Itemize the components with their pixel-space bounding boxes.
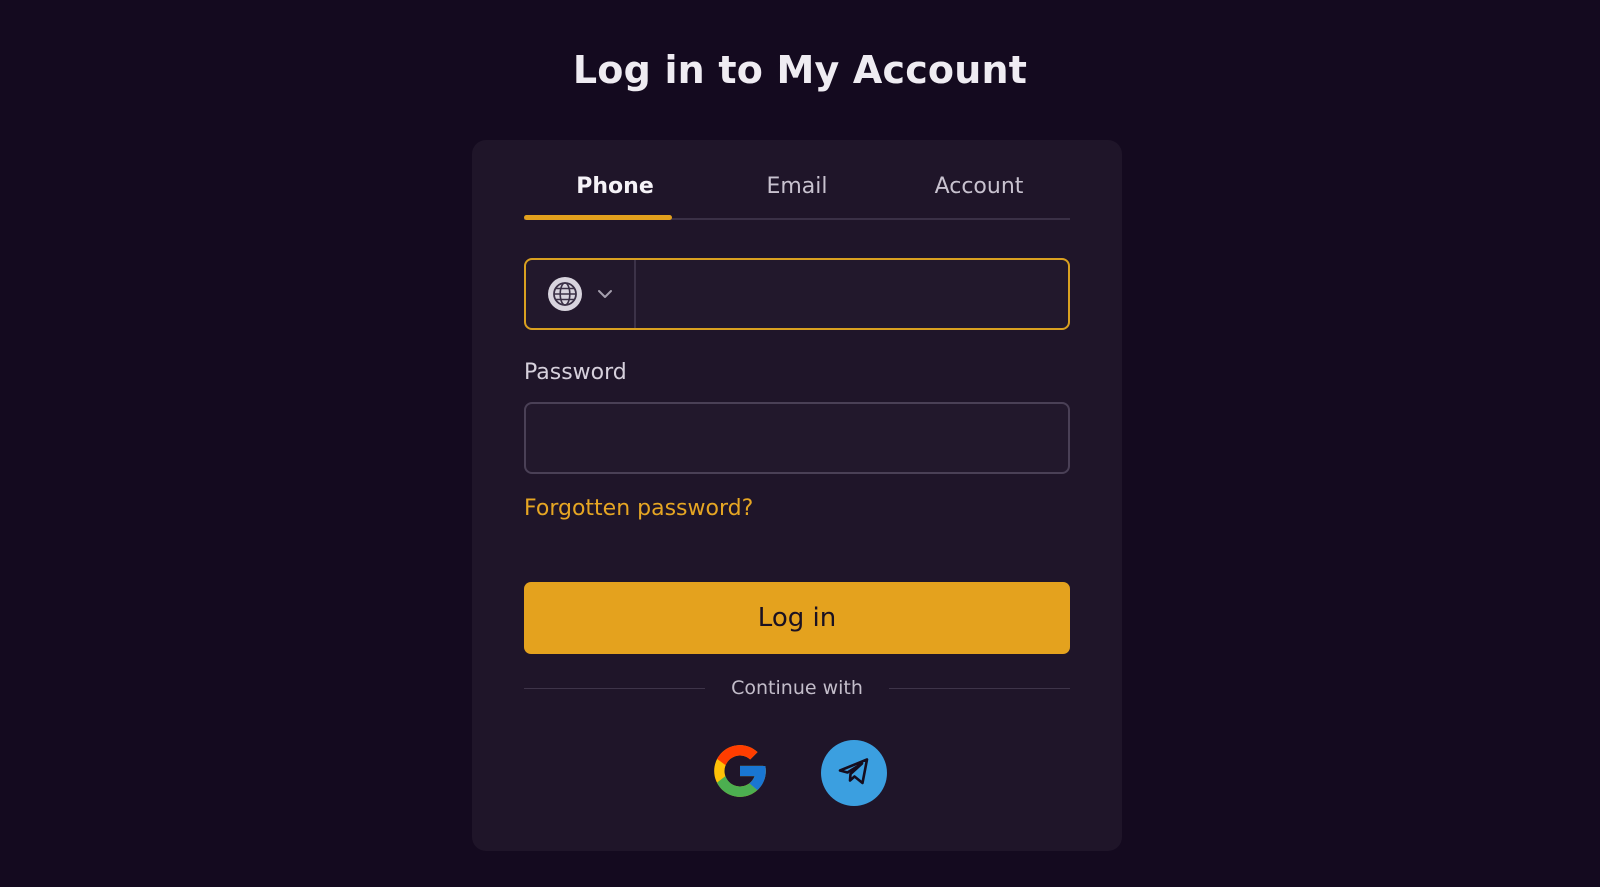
divider-line-left <box>524 687 706 689</box>
social-login-row <box>472 738 1122 808</box>
telegram-login-button[interactable] <box>821 740 887 806</box>
tab-phone[interactable]: Phone <box>524 166 706 220</box>
google-icon <box>709 740 771 806</box>
google-login-button[interactable] <box>707 740 773 806</box>
password-input[interactable] <box>524 402 1070 474</box>
page-title: Log in to My Account <box>572 48 1028 92</box>
continue-with-text: Continue with <box>731 677 863 699</box>
continue-with-divider: Continue with <box>524 670 1071 706</box>
forgot-password-link[interactable]: Forgotten password? <box>524 496 753 521</box>
login-button[interactable]: Log in <box>524 582 1070 654</box>
country-code-select[interactable] <box>526 260 636 328</box>
divider-line-right <box>888 687 1071 689</box>
login-method-tabs: Phone Email Account <box>524 166 1070 220</box>
chevron-down-icon <box>596 285 614 303</box>
password-label: Password <box>524 360 627 385</box>
login-card: Phone Email Account Password Forgotten p… <box>472 140 1122 851</box>
tab-account[interactable]: Account <box>888 166 1070 218</box>
tab-email[interactable]: Email <box>706 166 888 218</box>
phone-number-input[interactable] <box>636 260 1068 328</box>
globe-icon <box>548 277 582 311</box>
phone-field <box>524 258 1070 330</box>
telegram-icon <box>834 751 874 795</box>
